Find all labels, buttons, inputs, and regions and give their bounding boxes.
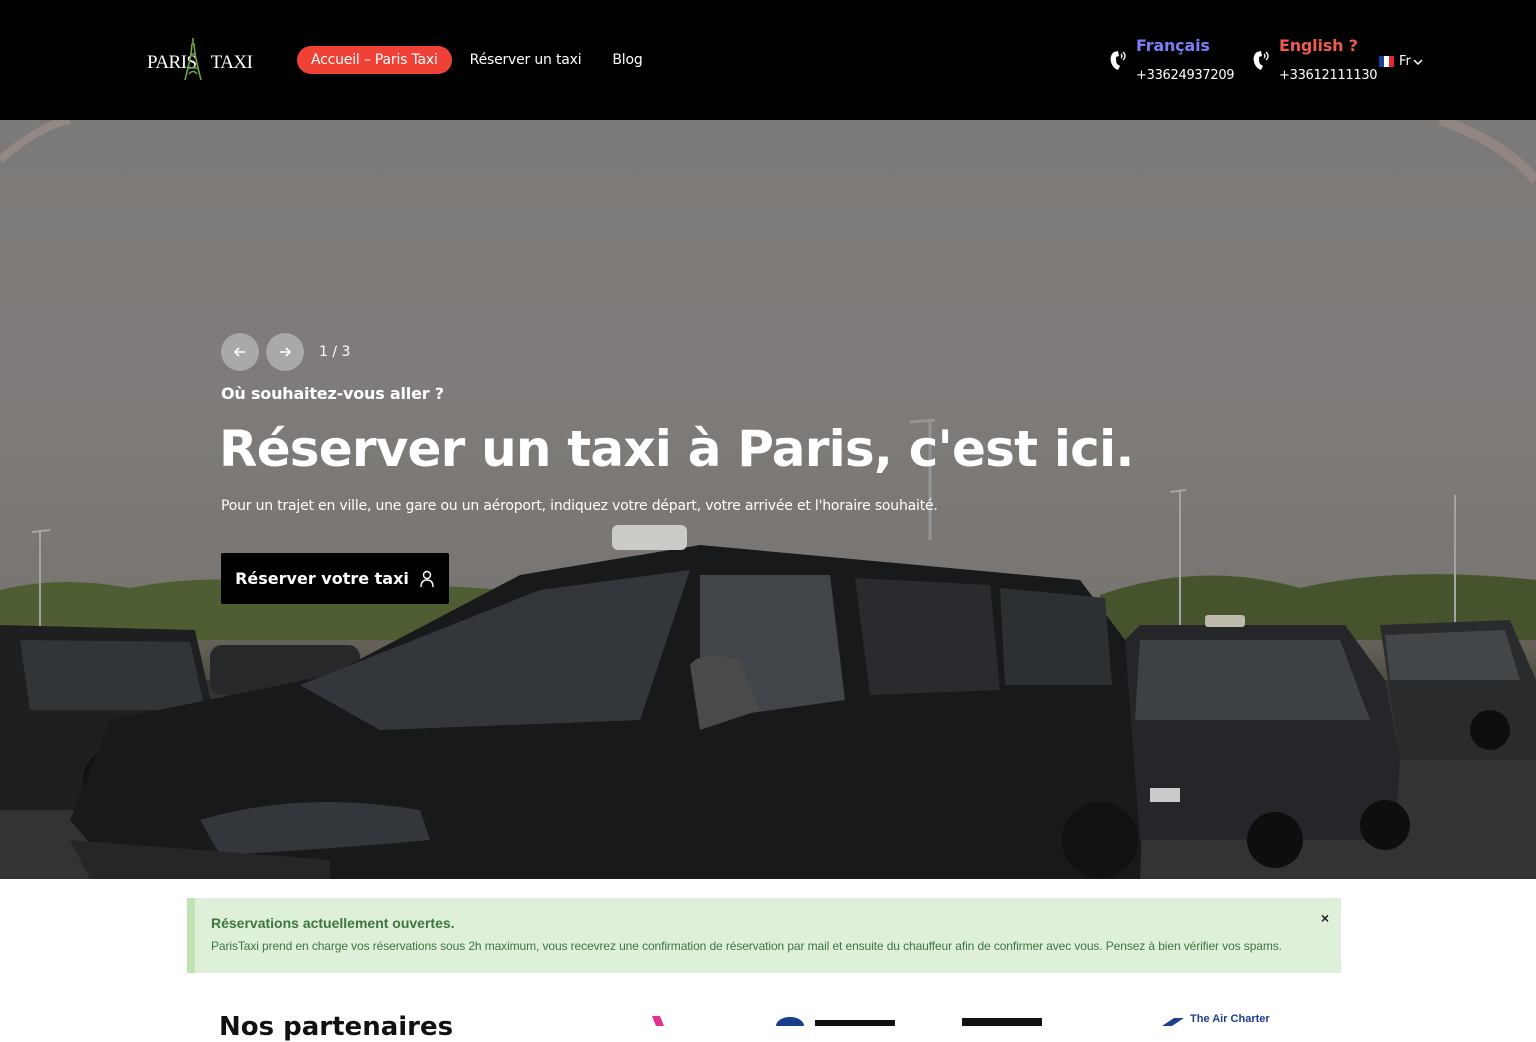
nav-item-reserver[interactable]: Réserver un taxi [470,46,582,74]
book-taxi-button[interactable]: Réserver votre taxi [221,553,449,604]
language-value: Fr [1399,54,1411,69]
contact-lang-label: English ? [1279,36,1358,55]
slide-counter: 1 / 3 [319,344,351,360]
phone-icon [1110,51,1126,70]
arrow-right-icon [280,347,291,357]
slider-prev-button[interactable] [221,333,259,371]
eiffel-tower-icon [184,38,202,80]
slider-next-button[interactable] [266,333,304,371]
site-header: PARIS TAXI Accueil – Paris Taxi Réserver … [0,0,1536,120]
hero-subtitle: Pour un trajet en ville, une gare ou un … [221,498,938,514]
france-flag-icon [1379,56,1394,67]
chevron-down-icon [1413,58,1423,65]
hero-title: Réserver un taxi à Paris, c'est ici. [219,420,1134,478]
close-icon[interactable]: × [1321,910,1329,926]
air-charter-text: The Air Charter [1190,1013,1270,1025]
hero-eyebrow: Où souhaitez-vous aller ? [221,384,444,403]
book-taxi-label: Réserver votre taxi [235,569,409,588]
arrow-left-icon [234,347,245,357]
reservation-alert: Réservations actuellement ouvertes. Pari… [187,898,1341,973]
paris-taxi-logo[interactable]: PARIS TAXI [147,38,253,82]
logo-text-taxi: TAXI [210,52,253,73]
nav-item-blog[interactable]: Blog [612,46,642,74]
alert-title: Réservations actuellement ouvertes. [211,915,455,931]
user-icon [419,570,435,588]
language-selector[interactable]: Fr [1379,54,1423,69]
phone-icon [1253,51,1269,70]
alert-text: ParisTaxi prend en charge vos réservatio… [211,939,1282,953]
slider-controls: 1 / 3 [221,333,350,371]
contact-lang-label: Français [1136,36,1210,55]
hero-slider: 1 / 3 Où souhaitez-vous aller ? Réserver… [0,120,1536,879]
main-nav: Accueil – Paris Taxi Réserver un taxi Bl… [297,46,674,74]
nav-item-accueil[interactable]: Accueil – Paris Taxi [297,46,452,74]
partners-title: Nos partenaires [219,1012,454,1042]
contact-phone-number[interactable]: +33612111130 [1279,68,1378,83]
contact-phone-number[interactable]: +33624937209 [1136,68,1235,83]
